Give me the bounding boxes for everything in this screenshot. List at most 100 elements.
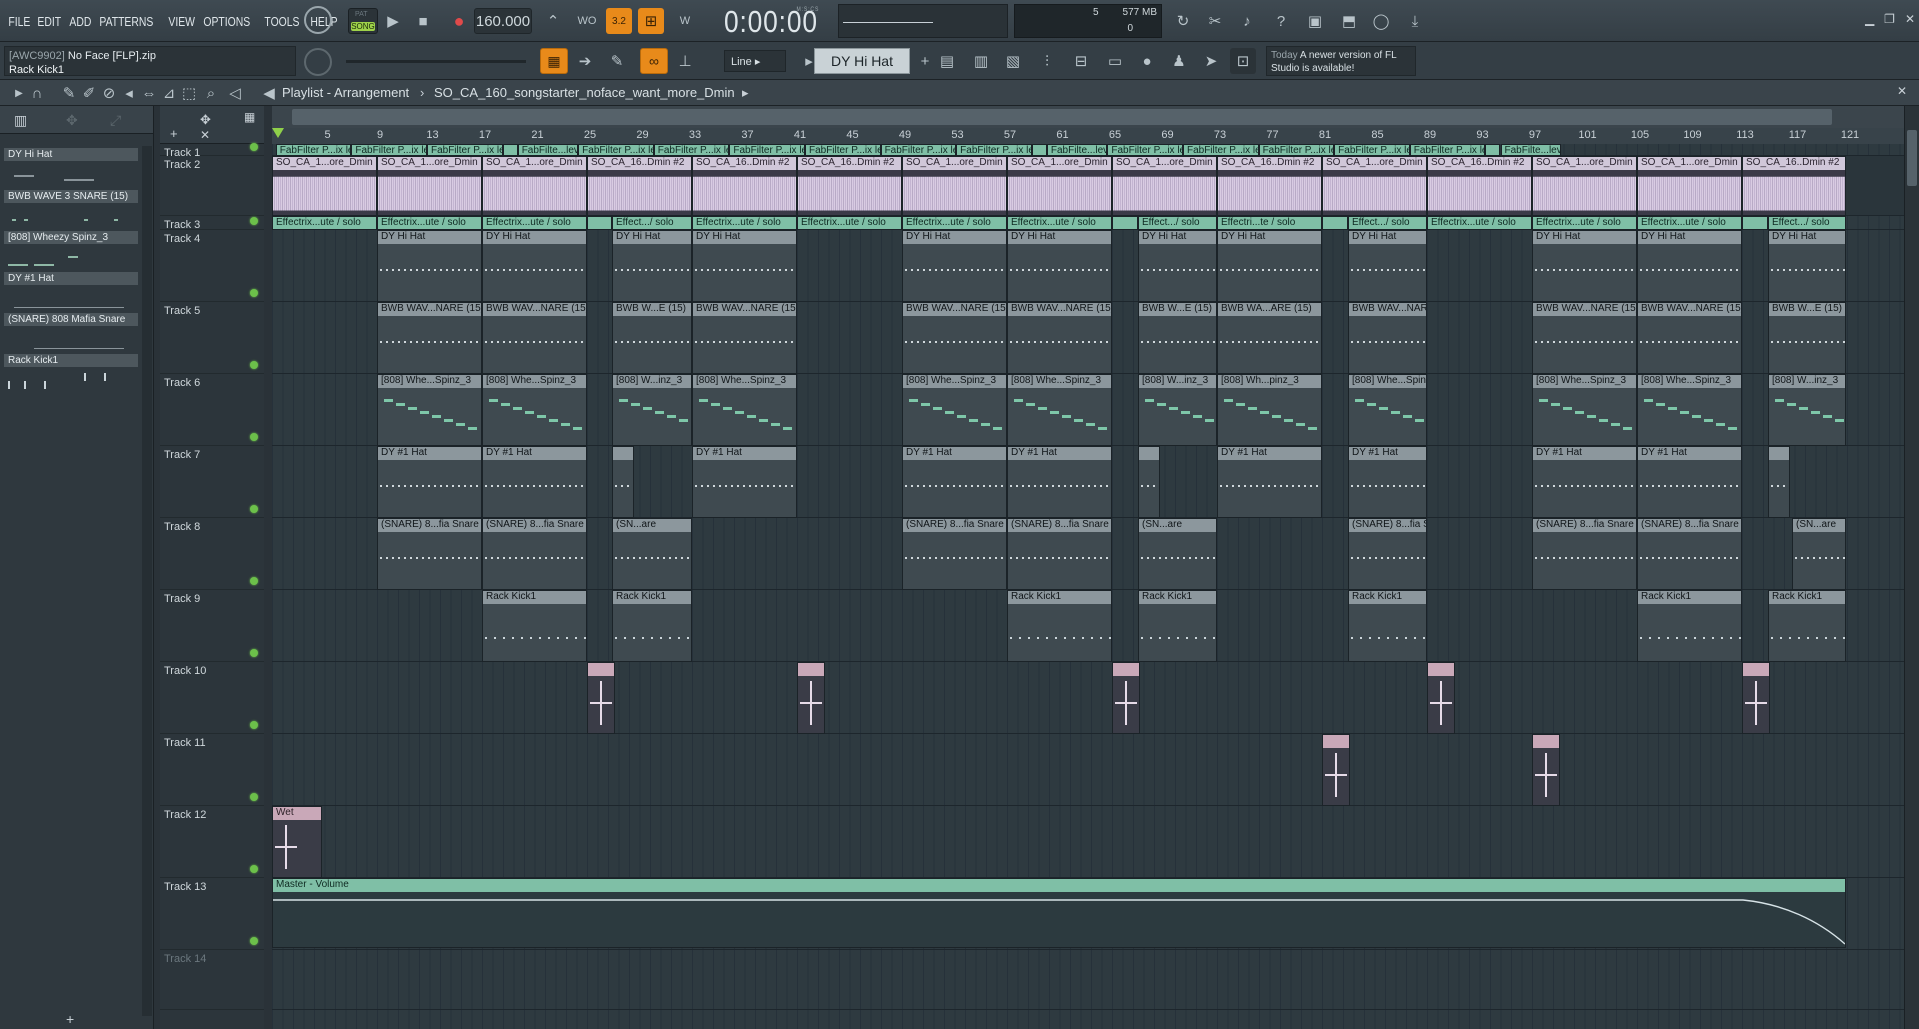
audio-clip[interactable]: SO_CA_16..Dmin #2 [1217, 156, 1322, 216]
automation-clip[interactable]: Effectrix...ute / solo [797, 216, 902, 230]
pattern-clip[interactable]: (SN...are [1138, 518, 1217, 590]
audio-clip[interactable]: SO_CA_1...ore_Dmin [1532, 156, 1637, 216]
wait-input-icon[interactable]: WO [574, 8, 600, 34]
track-mute-led[interactable] [250, 937, 258, 945]
save-icon[interactable]: ▣ [1302, 8, 1328, 34]
remove-track-icon[interactable]: ✕ [200, 128, 210, 142]
menu-options[interactable]: OPTIONS [201, 14, 253, 29]
pattern-clip[interactable]: (SN...are [612, 518, 692, 590]
time-display[interactable]: 0:00:00 M:S:CS [724, 4, 818, 39]
pattern-clip[interactable]: DY #1 Hat [482, 446, 587, 518]
arrow-right-icon[interactable]: ➔ [572, 48, 598, 74]
automation-clip[interactable]: FabFilter P...ix level [653, 144, 730, 156]
pat-song-toggle[interactable]: PAT SONG [348, 8, 378, 34]
menu-view[interactable]: VIEW [166, 14, 197, 29]
track-mute-led[interactable] [250, 505, 258, 513]
automation-clip[interactable] [1031, 144, 1047, 156]
pattern-clip[interactable]: (SNARE) 8...fia Snare [1532, 518, 1637, 590]
automation-icon[interactable]: ⤢ [110, 112, 121, 129]
microphone-icon[interactable]: ♪ [1234, 8, 1260, 34]
automation-clip[interactable]: Effectrix...ute / solo [377, 216, 482, 230]
channel-rack-icon[interactable]: ▤ [934, 48, 960, 74]
automation-clip[interactable]: FabFilter P...ix level [578, 144, 654, 156]
automation-clip[interactable] [587, 216, 612, 230]
pattern-clip[interactable]: [808] Whe...Spinz_3 [692, 374, 797, 446]
playlist-view-icon[interactable]: ▦ [540, 48, 568, 74]
zoom-tool-icon[interactable]: ⌕ [198, 80, 224, 106]
piano-icon[interactable]: ▥ [14, 112, 27, 129]
automation-clip[interactable]: Effectrix...ute / solo [1427, 216, 1532, 230]
snap-mode-select[interactable]: Line ▸ [724, 50, 786, 72]
track-mute-led[interactable] [250, 289, 258, 297]
pencil-icon[interactable]: ✎ [604, 48, 630, 74]
overview-scrollbar[interactable] [272, 106, 1904, 128]
pattern-clip[interactable]: DY Hi Hat [1007, 230, 1112, 302]
download-icon[interactable]: ⤓ [1402, 8, 1428, 34]
add-picker-icon[interactable]: + [66, 1011, 74, 1027]
automation-clip[interactable]: Effectrix...ute / solo [482, 216, 587, 230]
speaker-icon[interactable]: ◀ [256, 80, 282, 106]
picker-item[interactable]: BWB WAVE 3 SNARE (15) [4, 190, 138, 230]
pattern-arrow-icon[interactable]: ▸ [742, 85, 749, 101]
automation-clip[interactable]: FabFilter P...ix level [351, 144, 427, 156]
track-mute-led[interactable] [250, 361, 258, 369]
pattern-clip[interactable]: (SN...are [1792, 518, 1846, 590]
picker-scrollbar[interactable] [142, 146, 152, 1016]
track-mute-led[interactable] [250, 865, 258, 873]
pattern-clip[interactable]: BWB WAV...NARE (15) [1007, 302, 1112, 374]
audio-clip[interactable]: SO_CA_1...ore_Dmin [1112, 156, 1217, 216]
pattern-clip[interactable]: DY #1 Hat [1217, 446, 1322, 518]
countdown-icon[interactable]: 3.2 [606, 8, 632, 34]
audio-one-shot[interactable] [1742, 662, 1770, 734]
menu-add[interactable]: ADD [67, 14, 94, 29]
pattern-clip[interactable]: DY #1 Hat [902, 446, 1007, 518]
pattern-clip[interactable]: DY Hi Hat [1532, 230, 1637, 302]
overview-window[interactable] [292, 109, 1832, 125]
cut-icon[interactable]: ✂ [1202, 8, 1228, 34]
automation-clip[interactable]: FabFilter P...ix level [804, 144, 881, 156]
pattern-clip[interactable]: [808] Whe...Spinz_3 [377, 374, 482, 446]
automation-clip[interactable]: FabFilter P...ix level [956, 144, 1032, 156]
track-mute-led[interactable] [250, 433, 258, 441]
link-icon[interactable]: ∞ [640, 48, 668, 74]
master-volume-knob-icon[interactable] [304, 6, 332, 34]
pattern-clip[interactable]: (SNARE) 8...fia Snare [1007, 518, 1112, 590]
audio-one-shot[interactable] [1322, 734, 1350, 806]
automation-clip[interactable]: Effectrix...ute / solo [1532, 216, 1637, 230]
record-icon[interactable]: ● [446, 8, 472, 34]
pattern-clip[interactable]: (SNARE) 8...fia Snare [1637, 518, 1742, 590]
news-panel[interactable]: Today A newer version of FL Studio is av… [1266, 46, 1416, 76]
pattern-clip[interactable]: DY #1 Hat [692, 446, 797, 518]
picker-item[interactable]: DY #1 Hat [4, 272, 138, 312]
audio-one-shot[interactable] [797, 662, 825, 734]
automation-clip[interactable] [502, 144, 518, 156]
audio-clip[interactable]: SO_CA_16..Dmin #2 [587, 156, 692, 216]
pattern-clip[interactable]: BWB WAV...NARE (15) [692, 302, 797, 374]
pattern-clip[interactable]: DY #1 Hat [377, 446, 482, 518]
pattern-clip[interactable]: DY Hi Hat [1217, 230, 1322, 302]
picker-item[interactable]: [808] Wheezy Spinz_3 [4, 231, 138, 271]
menu-tools[interactable]: TOOLS [262, 14, 302, 29]
automation-clip[interactable]: Effect.../ solo [612, 216, 692, 230]
pattern-clip[interactable]: (SNARE) 8...fia Snare [902, 518, 1007, 590]
pattern-clip[interactable]: BWB W...E (15) [612, 302, 692, 374]
pattern-clip[interactable]: DY Hi Hat [692, 230, 797, 302]
pattern-clip[interactable]: DY #1 Hat [1348, 446, 1427, 518]
automation-clip[interactable]: Effectri...te / solo [1217, 216, 1322, 230]
track-header[interactable]: Track 7 [160, 446, 264, 518]
picker-item[interactable]: (SNARE) 808 Mafia Snare [4, 313, 138, 353]
automation-clip[interactable]: Effect.../ solo [1138, 216, 1217, 230]
menu-edit[interactable]: EDIT [35, 14, 64, 29]
stamp-icon[interactable]: ⊥ [672, 48, 698, 74]
track-header[interactable]: Track 10 [160, 662, 264, 734]
vertical-scrollbar[interactable] [1904, 106, 1919, 1029]
pattern-clip[interactable]: DY Hi Hat [482, 230, 587, 302]
automation-clip[interactable]: FabFilte...level [517, 144, 579, 156]
stop-icon[interactable]: ■ [410, 8, 436, 34]
playhead-marker[interactable] [272, 128, 284, 138]
audio-one-shot[interactable] [1427, 662, 1455, 734]
tempo-display[interactable]: 160.000 [474, 8, 532, 34]
pattern-clip[interactable]: Rack Kick1 [1768, 590, 1846, 662]
pattern-clip[interactable]: [808] Whe...Spinz_3 [482, 374, 587, 446]
pattern-clip[interactable]: BWB WA...ARE (15) [1217, 302, 1322, 374]
